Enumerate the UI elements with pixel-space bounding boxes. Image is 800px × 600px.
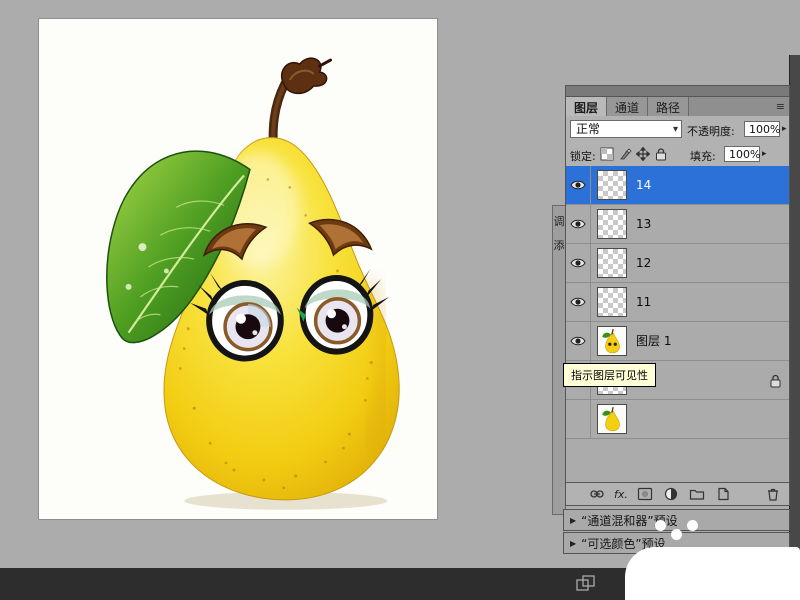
dock-char: 添 (553, 240, 565, 252)
overlay-dot (655, 520, 666, 531)
lock-pixels-icon[interactable] (618, 146, 632, 160)
pear-thumbnail (598, 327, 626, 355)
fill-value[interactable]: 100% (724, 146, 760, 162)
overlay-dot (687, 520, 698, 531)
layer-row[interactable]: 13 (566, 205, 789, 244)
tab-channels[interactable]: 通道 (607, 97, 648, 116)
layer-thumbnail[interactable] (597, 326, 627, 356)
right-dock-edge (789, 55, 800, 568)
new-layer-icon[interactable] (715, 486, 732, 503)
pear-thumbnail (598, 405, 626, 433)
lock-position-icon[interactable] (636, 146, 650, 160)
layers-panel-controls: 正常 ▾ 不透明度: 100% ▸ 锁定: 填充: 100% ▸ (565, 116, 790, 166)
adjustment-layer-icon[interactable] (663, 486, 680, 503)
tooltip-layer-visibility: 指示图层可见性 (563, 363, 656, 387)
layer-row[interactable]: 11 (566, 283, 789, 322)
layers-panel-button-bar: fx. (565, 482, 790, 506)
layer-thumbnail[interactable] (597, 404, 627, 434)
visibility-toggle[interactable] (566, 244, 591, 282)
opacity-value[interactable]: 100% (744, 121, 780, 137)
eye-icon (570, 296, 586, 308)
new-group-icon[interactable] (689, 486, 706, 503)
overlay-blob (625, 547, 800, 600)
blend-mode-value: 正常 (576, 122, 600, 136)
tab-layers[interactable]: 图层 (566, 97, 607, 116)
overlay-dot (671, 529, 682, 540)
opacity-label: 不透明度: (687, 123, 735, 139)
lock-icon (770, 373, 781, 387)
eye-icon (570, 257, 586, 269)
visibility-toggle[interactable] (566, 322, 591, 360)
lock-all-icon[interactable] (654, 146, 668, 160)
dock-char: 调 (553, 216, 565, 228)
expand-arrow-icon: ▶ (570, 539, 576, 548)
eye-icon (570, 179, 586, 191)
layer-style-icon[interactable]: fx. (614, 486, 628, 503)
panel-tab-bar: 图层 通道 路径 ≡ (565, 97, 790, 116)
chevron-down-icon: ▾ (673, 121, 678, 138)
pear-artwork (39, 19, 437, 519)
visibility-toggle[interactable] (566, 283, 591, 321)
docked-panel-edge[interactable]: 调 添 (552, 205, 566, 515)
eye-icon (570, 335, 586, 347)
layer-thumbnail[interactable] (597, 287, 627, 317)
resize-windows-icon[interactable] (576, 575, 596, 592)
layer-list: 14 13 12 11 (565, 166, 790, 482)
fill-label: 填充: (690, 148, 716, 164)
delete-layer-icon[interactable] (764, 486, 781, 503)
lock-transparent-icon[interactable] (600, 146, 614, 160)
layer-name[interactable]: 12 (636, 244, 651, 282)
tab-paths[interactable]: 路径 (648, 97, 689, 116)
eye-icon (570, 218, 586, 230)
lock-label: 锁定: (570, 148, 596, 164)
layer-row[interactable] (566, 400, 789, 439)
expand-arrow-icon: ▶ (570, 516, 576, 525)
visibility-toggle[interactable] (566, 400, 591, 438)
layer-name[interactable]: 13 (636, 205, 651, 243)
opacity-slider-icon[interactable]: ▸ (782, 124, 787, 134)
layer-row[interactable]: 14 (566, 166, 789, 205)
photoshop-workspace: 调 添 图层 通道 路径 ≡ 正常 ▾ 不透明度: 100% ▸ 锁定: (0, 0, 800, 600)
layer-thumbnail[interactable] (597, 209, 627, 239)
layer-mask-icon[interactable] (637, 486, 654, 503)
document-canvas[interactable] (38, 18, 438, 520)
layer-row[interactable]: 12 (566, 244, 789, 283)
layer-name[interactable]: 图层 1 (636, 322, 671, 360)
layer-row[interactable]: 图层 1 (566, 322, 789, 361)
layer-thumbnail[interactable] (597, 170, 627, 200)
panel-menu-icon[interactable]: ≡ (689, 97, 789, 116)
panel-dock-header[interactable] (565, 85, 790, 97)
collapsed-panel-channel-mixer-presets[interactable]: ▶ “通道混和器”预设 (563, 509, 790, 531)
visibility-toggle[interactable] (566, 205, 591, 243)
layer-name[interactable]: 11 (636, 283, 651, 321)
layer-thumbnail[interactable] (597, 248, 627, 278)
visibility-toggle[interactable] (566, 166, 591, 204)
link-layers-icon[interactable] (588, 486, 605, 503)
blend-mode-select[interactable]: 正常 ▾ (570, 120, 682, 138)
layer-name[interactable]: 14 (636, 166, 651, 204)
fill-slider-icon[interactable]: ▸ (762, 149, 767, 159)
